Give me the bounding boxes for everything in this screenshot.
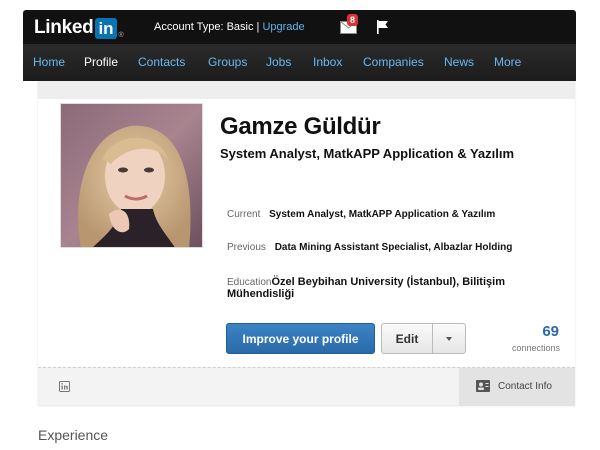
- nav-inbox[interactable]: Inbox: [313, 55, 342, 69]
- nav-companies[interactable]: Companies: [363, 55, 424, 69]
- account-type: Account Type: Basic | Upgrade: [154, 21, 305, 33]
- nav-more[interactable]: More: [494, 55, 521, 69]
- card-top-strip: [38, 81, 575, 99]
- profile-photo-image: [61, 104, 202, 247]
- profile-name: Gamze Güldür: [220, 113, 381, 140]
- nav-news[interactable]: News: [444, 55, 474, 69]
- address-book-icon: [476, 380, 490, 392]
- experience-heading: Experience: [38, 427, 109, 443]
- improve-profile-button[interactable]: Improve your profile: [226, 323, 375, 354]
- education-row: EducationÖzel Beybihan University (İstan…: [227, 276, 575, 300]
- chevron-down-icon: [446, 336, 452, 341]
- previous-row: Previous Data Mining Assistant Specialis…: [227, 242, 512, 253]
- nav-home[interactable]: Home: [33, 55, 65, 69]
- previous-value[interactable]: Data Mining Assistant Specialist, Albazl…: [275, 242, 513, 253]
- main-nav: Home Profile Contacts Groups Jobs Inbox …: [23, 44, 576, 81]
- flag-icon[interactable]: [376, 20, 389, 34]
- logo-registered-mark: ®: [118, 32, 124, 39]
- linkedin-small-icon[interactable]: [59, 381, 70, 392]
- nav-profile[interactable]: Profile: [84, 55, 118, 69]
- nav-groups[interactable]: Groups: [208, 55, 247, 69]
- contact-info-tab[interactable]: Contact Info: [459, 368, 575, 406]
- nav-contacts[interactable]: Contacts: [138, 55, 185, 69]
- logo-text: Linked: [34, 17, 94, 38]
- profile-headline: System Analyst, MatkAPP Application & Ya…: [220, 146, 515, 161]
- nav-jobs[interactable]: Jobs: [266, 55, 291, 69]
- connections-count[interactable]: 69: [535, 323, 559, 340]
- current-value[interactable]: System Analyst, MatkAPP Application & Ya…: [269, 209, 495, 220]
- logo-in-box: in: [95, 17, 117, 39]
- edit-dropdown-button[interactable]: [432, 323, 466, 354]
- upgrade-link[interactable]: Upgrade: [262, 21, 304, 33]
- top-bar: Linked in ® Account Type: Basic | Upgrad…: [23, 10, 576, 44]
- card-footer: Contact Info: [38, 367, 575, 406]
- profile-photo[interactable]: [60, 103, 203, 248]
- contact-info-label: Contact Info: [498, 381, 552, 392]
- connections-label: connections: [511, 343, 560, 353]
- edit-button[interactable]: Edit: [381, 323, 433, 354]
- current-label: Current: [227, 209, 261, 220]
- account-type-label: Account Type: Basic |: [154, 21, 263, 33]
- mail-count-badge: 8: [347, 14, 359, 26]
- current-row: Current System Analyst, MatkAPP Applicat…: [227, 209, 495, 220]
- profile-card: Gamze Güldür System Analyst, MatkAPP App…: [38, 81, 575, 406]
- previous-label: Previous: [227, 242, 266, 253]
- linkedin-logo[interactable]: Linked in ®: [34, 17, 124, 39]
- education-label: Education: [227, 277, 272, 288]
